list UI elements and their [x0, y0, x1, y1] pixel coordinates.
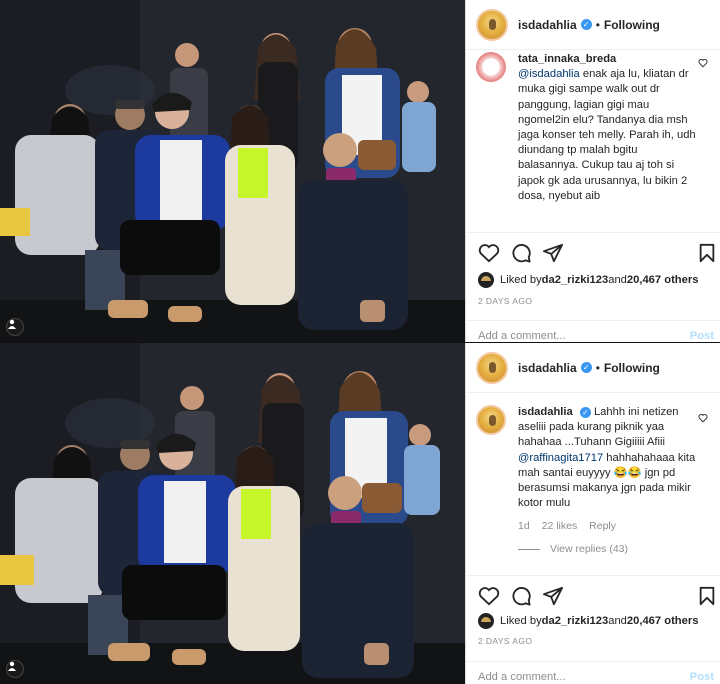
post-button[interactable]: Post	[690, 330, 714, 342]
likes-count[interactable]: 20,467 others	[627, 615, 699, 627]
likes-summary: Liked by da2_rizki123 and 20,467 others	[478, 613, 698, 629]
action-bar	[466, 575, 720, 615]
comment-mention[interactable]: @raffinagita1717	[518, 452, 603, 464]
add-comment-bar: Add a comment... Post	[466, 661, 720, 684]
separator-dot: •	[595, 360, 600, 375]
liker-username[interactable]: da2_rizki123	[542, 615, 609, 627]
comment-avatar[interactable]	[476, 52, 506, 82]
post-sidebar: isdadahlia ✓ • Following isdadahlia ✓ La…	[465, 343, 720, 684]
header-username[interactable]: isdadahlia	[518, 18, 577, 32]
post-sidebar: isdadahlia ✓ • Following tata_innaka_bre…	[465, 0, 720, 342]
bookmark-icon[interactable]	[698, 586, 716, 606]
verified-icon: ✓	[579, 406, 591, 418]
comment-likes[interactable]: 22 likes	[542, 520, 578, 532]
likes-and-text: and	[608, 615, 627, 627]
bookmark-icon[interactable]	[698, 243, 716, 263]
heart-icon[interactable]	[698, 58, 708, 68]
following-button[interactable]: Following	[604, 18, 660, 32]
post-header: isdadahlia ✓ • Following	[466, 343, 720, 393]
avatar[interactable]	[476, 8, 508, 41]
comment-time[interactable]: 1d	[518, 520, 530, 532]
action-bar	[466, 232, 720, 272]
post-header: isdadahlia ✓ • Following	[466, 0, 720, 50]
liked-by-text: Liked by	[500, 274, 542, 286]
view-replies-label[interactable]: View replies (43)	[550, 543, 628, 555]
verified-icon: ✓	[580, 362, 592, 373]
comment-text: enak aja lu, kliatan dr muka gigi sampe …	[518, 68, 696, 202]
view-replies[interactable]: View replies (43)	[518, 543, 628, 555]
post-date[interactable]: 2 DAYS AGO	[478, 636, 532, 646]
post-1: isdadahlia ✓ • Following tata_innaka_bre…	[0, 0, 720, 342]
comment-username[interactable]: tata_innaka_breda	[518, 53, 616, 65]
comment-username[interactable]: isdadahlia	[518, 406, 573, 418]
group-photo-illustration	[0, 343, 465, 684]
liker-username[interactable]: da2_rizki123	[542, 274, 609, 286]
replies-divider	[518, 548, 540, 550]
likes-summary: Liked by da2_rizki123 and 20,467 others	[478, 272, 698, 288]
share-icon[interactable]	[542, 586, 564, 606]
liker-avatar[interactable]	[478, 613, 494, 629]
comment-body: isdadahlia ✓ Lahhh ini netizen aseliii p…	[518, 405, 698, 535]
heart-icon[interactable]	[698, 413, 708, 423]
likes-and-text: and	[608, 274, 627, 286]
add-comment-input[interactable]: Add a comment...	[478, 330, 566, 342]
separator-dot: •	[595, 17, 600, 32]
post-photo[interactable]	[0, 343, 465, 684]
add-comment-input[interactable]: Add a comment...	[478, 671, 566, 683]
avatar[interactable]	[476, 351, 508, 384]
following-button[interactable]: Following	[604, 361, 660, 375]
comment-icon[interactable]	[510, 243, 532, 263]
user-tag-icon[interactable]	[6, 660, 24, 678]
liker-avatar[interactable]	[478, 272, 494, 288]
comment-meta: 1d 22 likes Reply	[518, 519, 698, 534]
post-button[interactable]: Post	[690, 671, 714, 683]
comment: tata_innaka_breda @isdadahlia enak aja l…	[466, 52, 720, 204]
liked-by-text: Liked by	[500, 615, 542, 627]
heart-icon[interactable]	[478, 586, 500, 606]
verified-icon: ✓	[580, 19, 592, 30]
likes-count[interactable]: 20,467 others	[627, 274, 699, 286]
group-photo-illustration	[0, 0, 465, 342]
share-icon[interactable]	[542, 243, 564, 263]
comment-mention[interactable]: @isdadahlia	[518, 68, 580, 80]
post-2: isdadahlia ✓ • Following isdadahlia ✓ La…	[0, 342, 720, 684]
header-username[interactable]: isdadahlia	[518, 361, 577, 375]
user-tag-icon[interactable]	[6, 318, 24, 336]
heart-icon[interactable]	[478, 243, 500, 263]
comment-icon[interactable]	[510, 586, 532, 606]
post-photo[interactable]	[0, 0, 465, 342]
comment: isdadahlia ✓ Lahhh ini netizen aseliii p…	[466, 405, 720, 535]
post-date[interactable]: 2 DAYS AGO	[478, 296, 532, 306]
comment-avatar[interactable]	[476, 405, 506, 435]
reply-button[interactable]: Reply	[589, 520, 616, 532]
comment-body: tata_innaka_breda @isdadahlia enak aja l…	[518, 52, 698, 204]
